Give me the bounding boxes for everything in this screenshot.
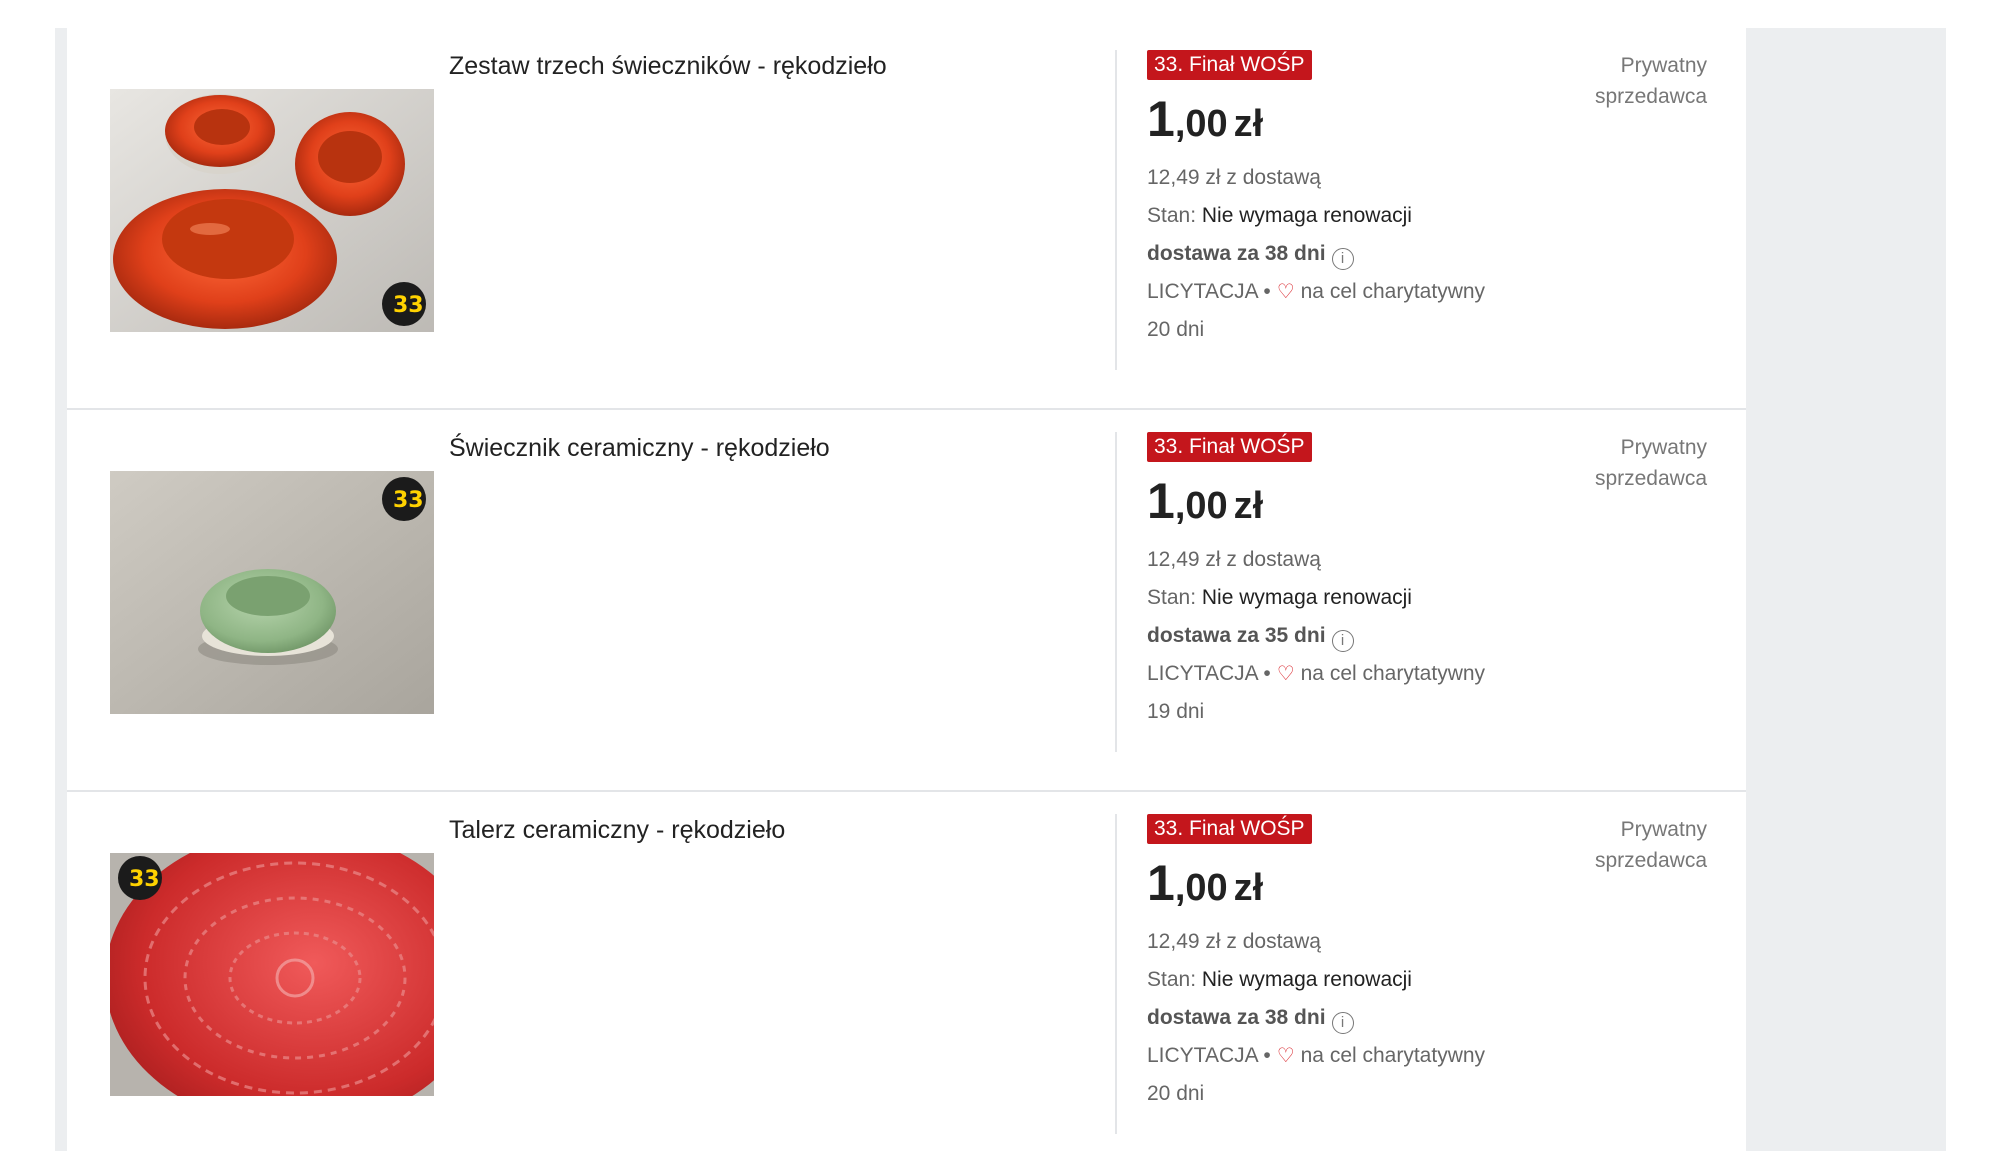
delivery-text: dostawa za 38 dni: [1147, 1006, 1326, 1029]
condition-value: Nie wymaga renowacji: [1201, 586, 1412, 609]
auction-type: LICYTACJA: [1147, 280, 1258, 303]
price-with-delivery: 12,49 zł z dostawą: [1147, 166, 1321, 189]
product-thumbnail[interactable]: 33: [110, 89, 434, 332]
delivery-text: dostawa za 38 dni: [1147, 242, 1326, 265]
wosp-badge: 33. Finał WOŚP: [1147, 432, 1312, 462]
charity-label: na cel charytatywny: [1300, 1044, 1486, 1067]
auction-line: LICYTACJA • ♡ na cel charytatywny: [1147, 273, 1607, 311]
auction-line: LICYTACJA • ♡ na cel charytatywny: [1147, 1037, 1607, 1075]
delivery-text: dostawa za 35 dni: [1147, 624, 1326, 647]
svg-text:33: 33: [393, 488, 424, 513]
product-thumbnail[interactable]: 33: [110, 853, 434, 1096]
condition: Stan: Nie wymaga renowacji: [1147, 579, 1607, 617]
column-divider: [1115, 50, 1117, 370]
listing-item: 33 Świecznik ceramiczny - rękodzieło 33.…: [67, 410, 1746, 792]
seller-line-2: sprzedawca: [1594, 85, 1707, 108]
price-currency: zł: [1233, 103, 1264, 145]
info-icon[interactable]: i: [1331, 248, 1354, 270]
condition-label: Stan:: [1147, 968, 1197, 991]
auction-line: LICYTACJA • ♡ na cel charytatywny: [1147, 655, 1607, 693]
column-divider: [1115, 814, 1117, 1134]
column-divider: [1115, 432, 1117, 752]
delivery-time: dostawa za 38 dni i: [1147, 235, 1607, 273]
delivery-time: dostawa za 35 dni i: [1147, 617, 1607, 655]
heart-icon: ♡: [1276, 1045, 1295, 1067]
seller-type: Prywatny sprzedawca: [1527, 432, 1707, 494]
price-currency: zł: [1233, 485, 1264, 527]
price-decimal: ,00: [1174, 867, 1228, 909]
green-ceramic-candle-holder-image: 33: [110, 471, 434, 714]
page-right-rail: [1746, 28, 1946, 1151]
seller-line-1: Prywatny: [1620, 818, 1707, 841]
heart-icon: ♡: [1276, 281, 1295, 303]
info-icon[interactable]: i: [1331, 1012, 1354, 1034]
seller-type: Prywatny sprzedawca: [1527, 50, 1707, 112]
listing-results: 33 Zestaw trzech świeczników - rękodzieł…: [67, 28, 1746, 1151]
wosp-badge: 33. Finał WOŚP: [1147, 50, 1312, 80]
condition-label: Stan:: [1147, 586, 1197, 609]
listing-title[interactable]: Talerz ceramiczny - rękodzieło: [449, 812, 1099, 848]
condition-label: Stan:: [1147, 204, 1197, 227]
wosp-badge: 33. Finał WOŚP: [1147, 814, 1312, 844]
page-left-rail: [55, 28, 67, 1151]
condition-value: Nie wymaga renowacji: [1201, 204, 1412, 227]
time-left: 20 dni: [1147, 318, 1205, 341]
heart-icon: ♡: [1276, 663, 1295, 685]
price-integer: 1: [1147, 91, 1175, 147]
charity-label: na cel charytatywny: [1300, 280, 1486, 303]
auction-type: LICYTACJA: [1147, 1044, 1258, 1067]
info-icon[interactable]: i: [1331, 630, 1354, 652]
svg-text:33: 33: [393, 293, 424, 318]
price-decimal: ,00: [1174, 103, 1228, 145]
three-red-ceramic-candle-holders-image: 33: [110, 89, 434, 332]
price-with-delivery: 12,49 zł z dostawą: [1147, 930, 1321, 953]
listing-item: 33 Zestaw trzech świeczników - rękodzieł…: [67, 28, 1746, 410]
price-integer: 1: [1147, 855, 1175, 911]
time-left: 19 dni: [1147, 700, 1205, 723]
price-integer: 1: [1147, 473, 1175, 529]
seller-line-2: sprzedawca: [1594, 467, 1707, 490]
auction-type: LICYTACJA: [1147, 662, 1258, 685]
bullet-separator: •: [1263, 1044, 1271, 1067]
price-decimal: ,00: [1174, 485, 1228, 527]
listing-title[interactable]: Świecznik ceramiczny - rękodzieło: [449, 430, 1099, 466]
condition: Stan: Nie wymaga renowacji: [1147, 961, 1607, 999]
svg-text:33: 33: [129, 867, 160, 892]
seller-type: Prywatny sprzedawca: [1527, 814, 1707, 876]
condition-value: Nie wymaga renowacji: [1201, 968, 1412, 991]
seller-line-2: sprzedawca: [1594, 849, 1707, 872]
listing-item: 33 Talerz ceramiczny - rękodzieło 33. Fi…: [67, 792, 1746, 1174]
seller-line-1: Prywatny: [1620, 54, 1707, 77]
bullet-separator: •: [1263, 280, 1271, 303]
condition: Stan: Nie wymaga renowacji: [1147, 197, 1607, 235]
price-with-delivery: 12,49 zł z dostawą: [1147, 548, 1321, 571]
price-currency: zł: [1233, 867, 1264, 909]
seller-line-1: Prywatny: [1620, 436, 1707, 459]
bullet-separator: •: [1263, 662, 1271, 685]
time-left: 20 dni: [1147, 1082, 1205, 1105]
charity-label: na cel charytatywny: [1300, 662, 1486, 685]
listing-title[interactable]: Zestaw trzech świeczników - rękodzieło: [449, 48, 1099, 84]
red-ceramic-plate-image: 33: [110, 853, 434, 1096]
product-thumbnail[interactable]: 33: [110, 471, 434, 714]
delivery-time: dostawa za 38 dni i: [1147, 999, 1607, 1037]
